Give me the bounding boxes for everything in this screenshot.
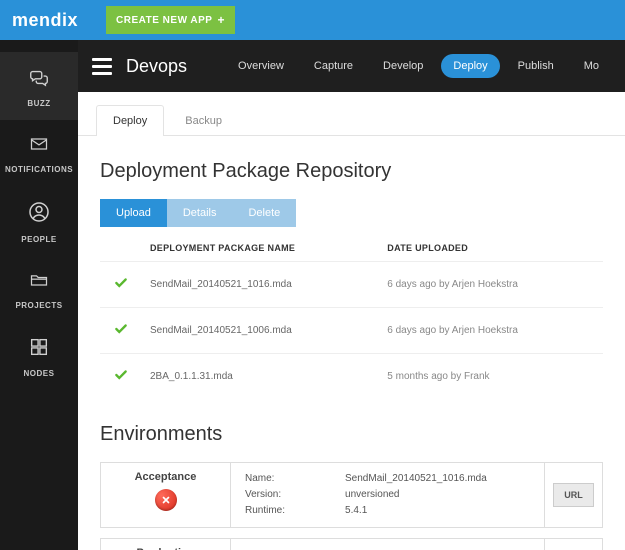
env-field-values: SendMail_20140521_1016.mdaunversioned5.4… [345,471,487,519]
upload-button[interactable]: Upload [100,199,167,227]
package-name: SendMail_20140521_1006.mda [150,325,387,336]
sub-tabs: DeployBackup [78,92,625,136]
url-button[interactable]: URL [553,483,594,507]
package-name: 2BA_0.1.1.31.mda [150,371,387,382]
env-name: Acceptance [135,471,197,483]
repo-heading: Deployment Package Repository [100,160,603,183]
sidebar-item-label: NODES [24,369,55,378]
table-row[interactable]: SendMail_20140521_1006.mda6 days ago by … [100,307,603,353]
top-bar: mendix CREATE NEW APP + [0,0,625,40]
package-date: 5 months ago by Frank [387,371,603,382]
col-header-name: DEPLOYMENT PACKAGE NAME [150,243,387,253]
check-icon [114,322,150,339]
tab-capture[interactable]: Capture [302,54,365,78]
table-row[interactable]: SendMail_20140521_1016.mda6 days ago by … [100,261,603,307]
env-field-labels: Name:Version:Runtime: [245,471,285,519]
repo-actions: UploadDetailsDelete [100,199,603,227]
sidebar-item-label: PROJECTS [15,301,62,310]
env-card-acceptance: Acceptance Name:Version:Runtime: SendMail_… [100,462,603,528]
col-header-date: DATE UPLOADED [387,243,603,253]
check-icon [114,368,150,385]
tab-overview[interactable]: Overview [226,54,296,78]
env-heading: Environments [100,423,603,446]
brand-logo: mendix [12,10,78,31]
tab-develop[interactable]: Develop [371,54,435,78]
tab-publish[interactable]: Publish [506,54,566,78]
env-card-production: ProductionName:Version:Runtime: URL [100,538,603,550]
subtab-deploy[interactable]: Deploy [96,105,164,136]
hamburger-icon[interactable] [92,58,112,75]
folder-icon [27,270,51,295]
sidebar-item-buzz[interactable]: BUZZ [0,52,78,120]
sidebar-item-label: BUZZ [27,99,50,108]
create-new-app-label: CREATE NEW APP [116,15,212,26]
subtab-backup[interactable]: Backup [168,105,239,136]
content-area: Devops OverviewCaptureDevelopDeployPubli… [78,40,625,550]
tab-mo[interactable]: Mo [572,54,611,78]
sidebar-item-projects[interactable]: PROJECTS [0,256,78,322]
person-icon [27,200,51,229]
table-row[interactable]: 2BA_0.1.1.31.mda5 months ago by Frank [100,353,603,399]
sidebar-item-nodes[interactable]: NODES [0,322,78,390]
delete-button: Delete [232,199,296,227]
grid-icon [28,336,50,363]
package-date: 6 days ago by Arjen Hoekstra [387,325,603,336]
details-button: Details [167,199,233,227]
mail-icon [27,134,51,159]
chat-icon [27,66,51,93]
plus-icon: + [217,13,225,27]
app-bar: Devops OverviewCaptureDevelopDeploy Publi… [78,40,625,92]
top-tabs: OverviewCaptureDevelopDeploy PublishMo [226,54,611,78]
package-table: DEPLOYMENT PACKAGE NAME DATE UPLOADED Se… [100,235,603,399]
sidebar-item-notifications[interactable]: NOTIFICATIONS [0,120,78,186]
check-icon [114,276,150,293]
sidebar-item-label: PEOPLE [21,235,56,244]
package-name: SendMail_20140521_1016.mda [150,279,387,290]
tab-deploy[interactable]: Deploy [441,54,499,78]
sidebar-item-people[interactable]: PEOPLE [0,186,78,256]
package-date: 6 days ago by Arjen Hoekstra [387,279,603,290]
error-icon [155,489,177,511]
left-sidebar: BUZZ NOTIFICATIONS PEOPLE PROJECTS NODES [0,40,78,550]
sidebar-item-label: NOTIFICATIONS [5,165,73,174]
create-new-app-button[interactable]: CREATE NEW APP + [106,6,235,34]
app-title: Devops [126,56,226,77]
